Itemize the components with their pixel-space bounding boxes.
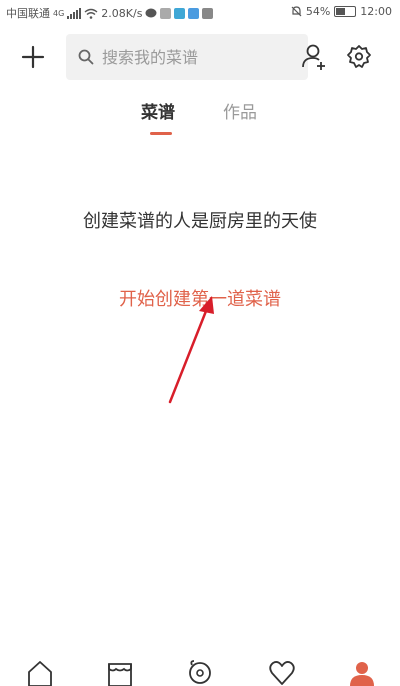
network-type: 4G xyxy=(53,8,65,18)
favorites-icon[interactable] xyxy=(268,658,296,686)
clock: 12:00 xyxy=(360,5,392,18)
tab-works[interactable]: 作品 xyxy=(223,98,257,123)
app-notification-icon-4 xyxy=(202,7,214,19)
status-bar: 中国联通 4G 2.08K/s 54% 12:00 xyxy=(0,0,400,24)
gear-icon[interactable] xyxy=(344,42,374,72)
bottom-nav xyxy=(0,650,400,686)
active-tab-indicator xyxy=(150,132,172,135)
tab-recipes[interactable]: 菜谱 xyxy=(141,98,175,123)
mute-bell-icon xyxy=(291,6,302,17)
search-icon xyxy=(78,49,94,65)
tab-bar: 菜谱 作品 xyxy=(0,98,400,142)
signal-icon xyxy=(67,7,82,19)
home-icon[interactable] xyxy=(26,658,54,686)
market-icon[interactable] xyxy=(106,658,134,686)
create-first-recipe-link[interactable]: 开始创建第一道菜谱 xyxy=(0,285,400,311)
network-speed: 2.08K/s xyxy=(101,6,143,20)
status-left: 中国联通 4G 2.08K/s xyxy=(6,5,214,21)
status-right: 54% 12:00 xyxy=(291,5,392,18)
wifi-icon xyxy=(84,8,98,19)
add-user-icon[interactable] xyxy=(298,42,328,72)
app-notification-icon xyxy=(160,7,172,19)
empty-state-message: 创建菜谱的人是厨房里的天使 xyxy=(83,211,317,232)
search-input[interactable] xyxy=(100,46,294,68)
search-bar[interactable] xyxy=(66,34,308,80)
chat-bubble-icon xyxy=(145,8,157,17)
app-notification-icon-2 xyxy=(174,7,186,19)
battery-percent: 54% xyxy=(305,5,331,18)
app-notification-icon-3 xyxy=(188,7,200,19)
add-icon[interactable] xyxy=(20,44,46,70)
carrier-label: 中国联通 xyxy=(6,7,50,20)
top-bar xyxy=(0,30,400,84)
profile-icon[interactable] xyxy=(348,658,376,686)
battery-icon xyxy=(334,6,357,17)
community-icon[interactable] xyxy=(186,658,214,686)
